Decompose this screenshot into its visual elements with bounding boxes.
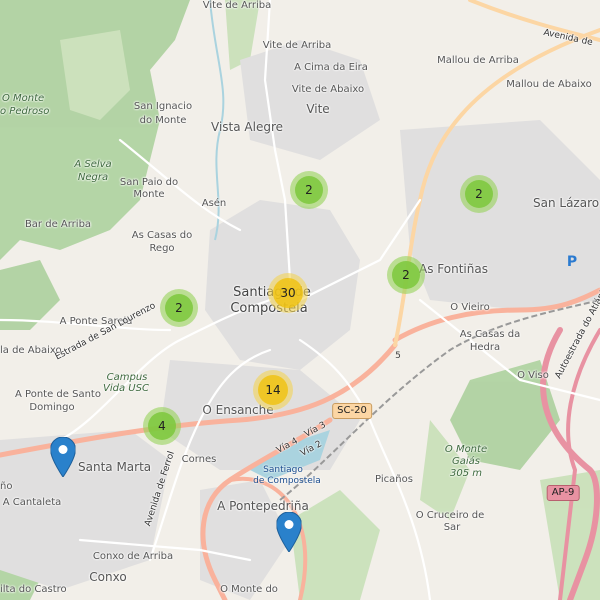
cluster-count: 4 [148, 412, 176, 440]
place-label: O Monte [2, 93, 45, 104]
place-label: Vite [306, 102, 330, 116]
place-label: O Monte do [220, 584, 278, 595]
place-label: A Pontepedriña [217, 499, 309, 513]
marker-cluster[interactable]: 4 [143, 407, 181, 445]
place-label: Bar de Arriba [24, 219, 92, 230]
place-label: O Monte [444, 444, 488, 455]
place-label: Cornes [181, 454, 217, 465]
place-label: o Pedroso [0, 106, 50, 117]
pin-icon [275, 511, 303, 553]
place-label: Mallou de Arriba [437, 55, 519, 66]
marker-cluster[interactable]: 2 [160, 289, 198, 327]
place-label: Asén [201, 198, 227, 209]
place-label: Picaños [375, 474, 413, 485]
place-label: Hedra [469, 342, 501, 353]
marker-cluster[interactable]: 30 [268, 273, 308, 313]
marker-cluster[interactable]: 14 [253, 370, 293, 410]
place-label: O Cruceiro de [415, 510, 485, 521]
road-shield-ap-9: AP-9 [546, 485, 580, 501]
place-label: A Ponte de Santo [15, 389, 101, 400]
place-label: Conxo de Arriba [92, 551, 174, 562]
cluster-count: 2 [465, 180, 493, 208]
place-label: Vite de Abaixo [291, 84, 365, 95]
cluster-count: 14 [258, 375, 288, 405]
cluster-count: 2 [295, 176, 323, 204]
place-label: Vista Alegre [211, 120, 283, 134]
cluster-count: 2 [165, 294, 193, 322]
place-label: O Viso [517, 370, 549, 381]
place-label: la de Abaixo [0, 345, 62, 356]
place-label: A Cantaleta [2, 497, 62, 508]
place-label: ilta do Castro [0, 584, 67, 595]
place-label: Rego [149, 243, 175, 254]
place-label: Gaiás [452, 456, 480, 467]
marker-cluster[interactable]: 2 [387, 256, 425, 294]
place-label: Monte [133, 189, 165, 200]
place-label: 305 m [449, 468, 483, 479]
place-label: do Monte [139, 115, 187, 126]
cluster-count: 30 [273, 278, 303, 308]
marker-cluster[interactable]: 2 [290, 171, 328, 209]
cluster-count: 2 [392, 261, 420, 289]
place-label: Santa Marta [78, 460, 152, 474]
map-marker-pin[interactable] [49, 436, 77, 478]
place-label: A Selva [74, 159, 112, 170]
place-label: Sar [443, 522, 461, 533]
marker-cluster[interactable]: 2 [460, 175, 498, 213]
map[interactable]: Vite de Arriba Vite de Arriba A Cima da … [0, 0, 600, 600]
place-label: Conxo [89, 570, 127, 584]
road-shield-sc-20: SC-20 [332, 403, 372, 419]
station-label: Santiago [263, 465, 303, 475]
place-label: As Fontiñas [419, 262, 488, 276]
pin-icon [49, 436, 77, 478]
station-label: de Compostela [253, 476, 321, 486]
place-label: A Cima da Eira [294, 62, 368, 73]
place-label: As Casas da [459, 329, 521, 340]
place-label: San Ignacio [133, 101, 193, 112]
map-marker-pin[interactable] [275, 511, 303, 553]
place-label: Mallou de Abaixo [506, 79, 592, 90]
road-shield-5: 5 [395, 351, 401, 361]
place-label: Vite de Arriba [202, 0, 272, 11]
place-label: San Paio do [119, 177, 179, 188]
place-label: Vite de Arriba [262, 40, 332, 51]
place-label: Domingo [29, 402, 75, 413]
place-label: O Vieiro [450, 302, 490, 313]
place-label: Negra [77, 172, 109, 183]
place-label: As Casas do [131, 230, 193, 241]
place-label: ño [0, 481, 13, 492]
place-label: Vida USC [103, 383, 149, 394]
parking-icon: P [566, 254, 578, 270]
place-label: San Lázaro [533, 196, 600, 210]
